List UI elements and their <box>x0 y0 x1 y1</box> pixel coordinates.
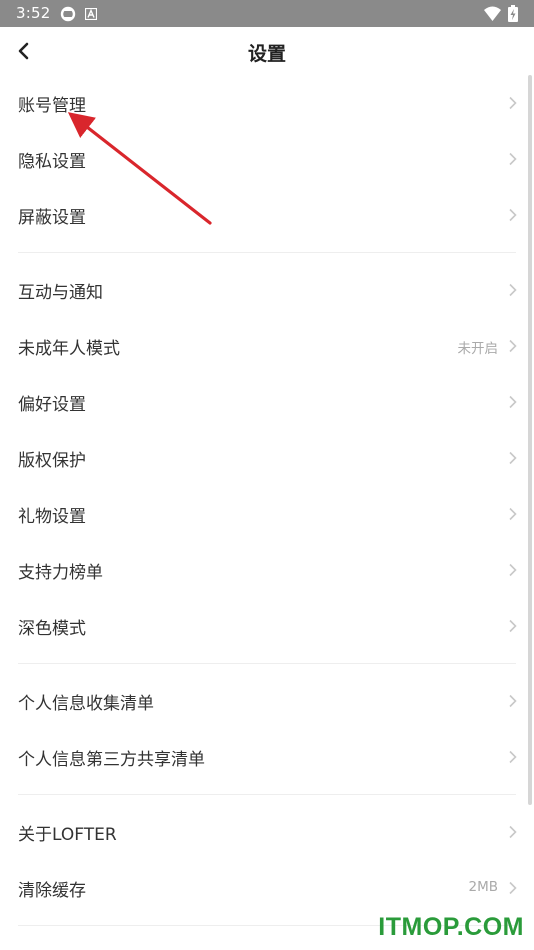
section-divider <box>18 663 516 664</box>
chevron-right-icon <box>509 96 517 110</box>
settings-item-value: 2MB <box>468 879 499 895</box>
section-divider <box>18 794 516 795</box>
chevron-right-icon <box>509 152 517 166</box>
settings-list: 账号管理 隐私设置 屏蔽设置 互动与通知 未成年人模式 未开启 偏好设置 版权保… <box>0 75 534 935</box>
settings-item-label: 版权保护 <box>18 451 86 471</box>
wifi-icon <box>484 6 501 21</box>
settings-item-info-collection[interactable]: 个人信息收集清单 <box>0 673 534 729</box>
chevron-right-icon <box>509 694 517 708</box>
chevron-right-icon <box>509 451 517 465</box>
page-title: 设置 <box>247 43 286 65</box>
chevron-right-icon <box>509 825 517 839</box>
settings-item-label: 个人信息第三方共享清单 <box>18 750 205 770</box>
settings-item-label: 深色模式 <box>18 619 86 639</box>
chevron-right-icon <box>509 283 517 297</box>
settings-item-label: 账号管理 <box>18 96 86 116</box>
chevron-right-icon <box>509 563 517 577</box>
settings-item-label: 偏好设置 <box>18 395 86 415</box>
settings-item-label: 关于LOFTER <box>18 825 117 845</box>
settings-item-preferences[interactable]: 偏好设置 <box>0 374 534 430</box>
settings-item-block[interactable]: 屏蔽设置 <box>0 187 534 243</box>
chevron-right-icon <box>509 881 517 895</box>
settings-item-copyright[interactable]: 版权保护 <box>0 430 534 486</box>
settings-item-label: 礼物设置 <box>18 507 86 527</box>
chevron-right-icon <box>509 208 517 222</box>
settings-item-clear-cache[interactable]: 清除缓存 2MB <box>0 860 534 916</box>
settings-item-label: 清除缓存 <box>18 881 86 901</box>
sync-icon <box>60 6 76 22</box>
battery-charging-icon <box>508 5 518 22</box>
status-time: 3:52 <box>16 4 51 22</box>
chevron-right-icon <box>509 507 517 521</box>
settings-item-label: 互动与通知 <box>18 283 103 303</box>
settings-item-label: 支持力榜单 <box>18 563 103 583</box>
settings-item-support-ranking[interactable]: 支持力榜单 <box>0 542 534 598</box>
section-divider <box>18 252 516 253</box>
settings-item-label: 个人信息收集清单 <box>18 694 154 714</box>
settings-item-value: 未开启 <box>457 341 499 357</box>
chevron-right-icon <box>509 395 517 409</box>
chevron-right-icon <box>509 750 517 764</box>
settings-item-third-party-sharing[interactable]: 个人信息第三方共享清单 <box>0 729 534 785</box>
settings-item-about[interactable]: 关于LOFTER <box>0 804 534 860</box>
status-bar: 3:52 <box>0 0 534 27</box>
settings-item-gifts[interactable]: 礼物设置 <box>0 486 534 542</box>
settings-item-privacy[interactable]: 隐私设置 <box>0 131 534 187</box>
settings-item-minor-mode[interactable]: 未成年人模式 未开启 <box>0 318 534 374</box>
scrollbar[interactable] <box>528 75 532 805</box>
chevron-right-icon <box>509 619 517 633</box>
settings-item-account[interactable]: 账号管理 <box>0 75 534 131</box>
settings-item-label: 未成年人模式 <box>18 339 120 359</box>
settings-item-dark-mode[interactable]: 深色模式 <box>0 598 534 654</box>
chevron-right-icon <box>509 339 517 353</box>
watermark: ITMOP.COM <box>378 913 524 941</box>
settings-item-label: 屏蔽设置 <box>18 208 86 228</box>
app-a-icon <box>85 8 97 20</box>
nav-bar: 设置 <box>0 27 534 75</box>
settings-item-notifications[interactable]: 互动与通知 <box>0 262 534 318</box>
settings-item-label: 隐私设置 <box>18 152 86 172</box>
